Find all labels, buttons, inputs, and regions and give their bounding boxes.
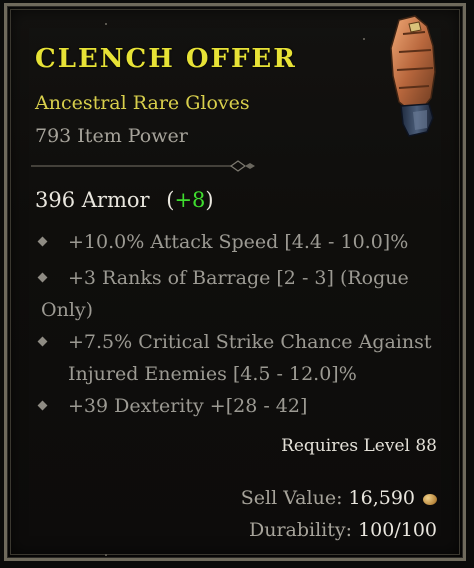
decorative-dot xyxy=(105,23,107,25)
section-divider xyxy=(31,160,255,172)
affix-critical-strike: +7.5% Critical Strike Chance Against Inj… xyxy=(35,326,455,390)
sell-amount: 16,590 xyxy=(348,487,415,509)
item-rarity-type: Ancestral Rare Gloves xyxy=(35,92,250,114)
affix-text: +10.0% Attack Speed [4.4 - 10.0]% xyxy=(68,231,409,253)
affix-barrage-ranks: +3 Ranks of Barrage [2 - 3] (Rogue Only) xyxy=(35,262,455,326)
affix-attack-speed: +10.0% Attack Speed [4.4 - 10.0]% xyxy=(35,226,455,258)
diamond-bullet-icon xyxy=(37,272,48,283)
armor-value: 396 Armor xyxy=(35,188,150,212)
gold-coin-icon xyxy=(423,493,437,505)
durability-value: 100/100 xyxy=(358,519,437,541)
diamond-bullet-icon xyxy=(37,400,48,411)
affix-text: +3 Ranks of Barrage [2 - 3] (Rogue xyxy=(68,267,409,289)
item-tooltip: CLENCH OFFER Ancestral Rare Gloves 793 I… xyxy=(4,3,466,561)
affix-text-continued: Only) xyxy=(41,299,94,321)
affix-text-continued: Injured Enemies [4.5 - 12.0]% xyxy=(68,363,357,385)
item-power: 793 Item Power xyxy=(35,125,188,147)
durability-label: Durability: xyxy=(248,519,353,541)
level-requirement: Requires Level 88 xyxy=(281,436,437,456)
affix-dexterity: +39 Dexterity +[28 - 42] xyxy=(35,390,455,422)
armor-stat: 396 Armor (+8) xyxy=(35,188,214,212)
armor-bonus: +8 xyxy=(174,188,206,212)
sell-value: Sell Value: 16,590 xyxy=(241,487,437,509)
sell-label: Sell Value: xyxy=(240,487,343,509)
affix-text: +39 Dexterity +[28 - 42] xyxy=(68,395,308,417)
diamond-bullet-icon xyxy=(37,336,48,347)
diamond-bullet-icon xyxy=(37,236,48,247)
durability: Durability: 100/100 xyxy=(249,519,437,541)
affix-text: +7.5% Critical Strike Chance Against xyxy=(68,331,432,353)
decorative-dot xyxy=(105,554,107,556)
decorative-dot xyxy=(363,38,365,40)
item-name: CLENCH OFFER xyxy=(35,44,297,74)
gloves-icon xyxy=(390,15,436,137)
